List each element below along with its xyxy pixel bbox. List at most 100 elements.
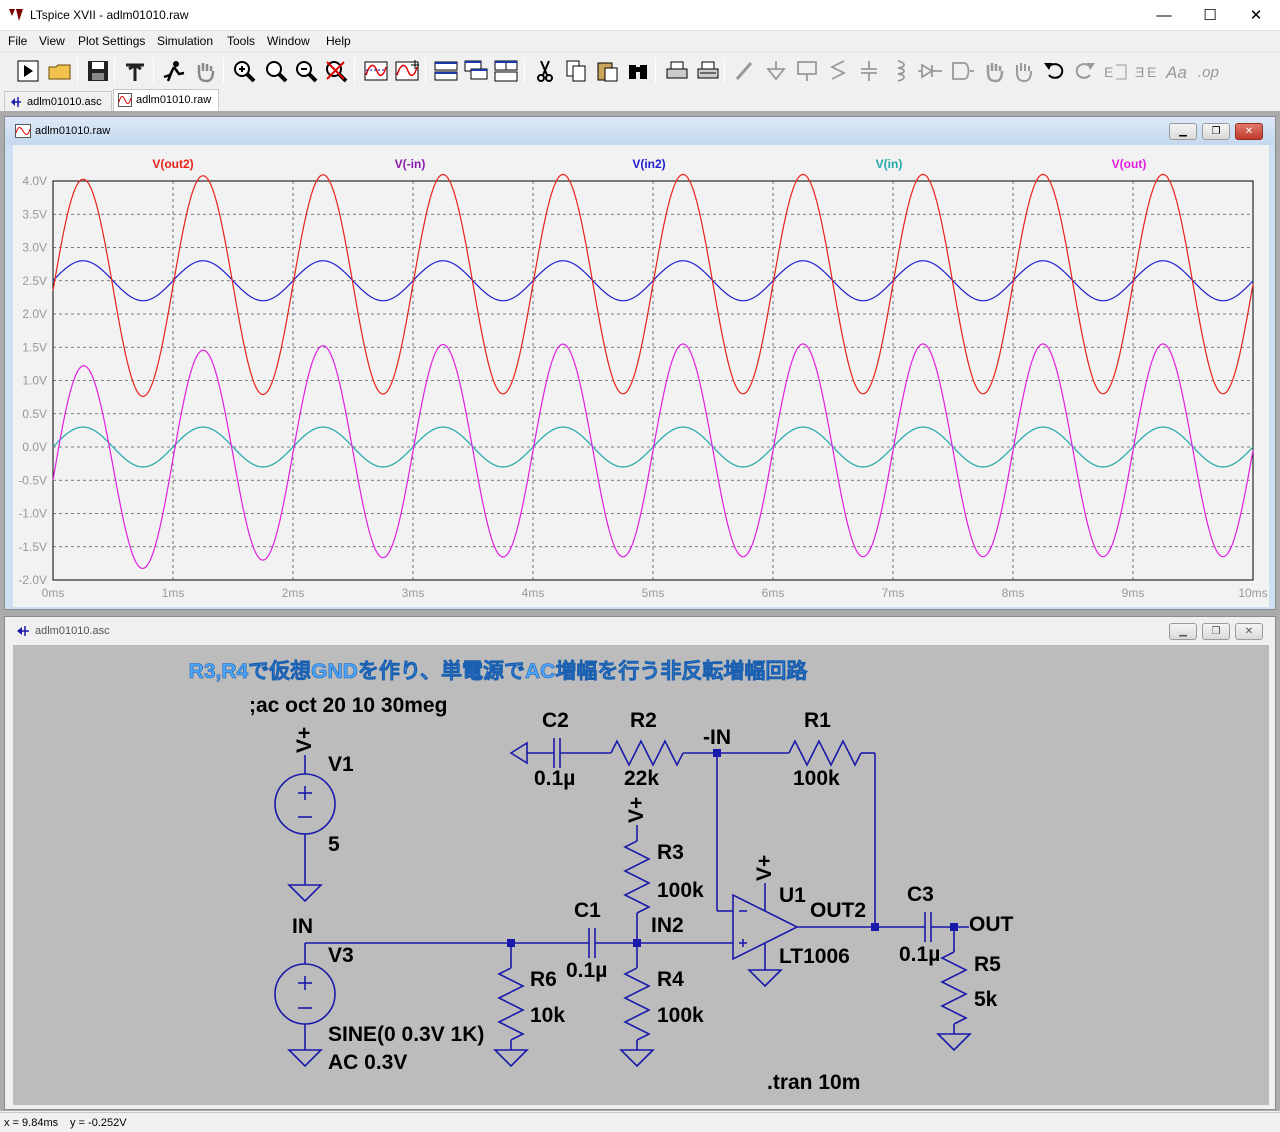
- minimize-button[interactable]: —: [1141, 0, 1187, 31]
- redo-icon[interactable]: [1071, 57, 1099, 85]
- junction-dot: [507, 939, 515, 947]
- y-tick-label: 4.0V: [22, 174, 47, 188]
- restore-button[interactable]: ❐: [1202, 123, 1230, 140]
- maximize-button[interactable]: ☐: [1187, 0, 1233, 31]
- menu-file[interactable]: File: [8, 34, 27, 48]
- svg-text:E: E: [1104, 64, 1113, 80]
- toolbar: E Ǝ E Aa .op: [0, 51, 1280, 89]
- r2-resistor[interactable]: [610, 739, 684, 767]
- plot-area[interactable]: 0ms 1ms 2ms 3ms 4ms 5ms 6ms 7ms 8ms 9ms 10ms 4.0V 3.…: [13, 145, 1269, 607]
- r6-resistor[interactable]: [497, 967, 525, 1041]
- r2-value: 22k: [624, 767, 659, 790]
- tile-icon[interactable]: [492, 57, 520, 85]
- capacitor-icon[interactable]: [855, 57, 883, 85]
- tab-waveform[interactable]: adlm01010.raw: [113, 89, 219, 111]
- inductor-icon[interactable]: [886, 57, 914, 85]
- copy-icon[interactable]: [562, 57, 590, 85]
- y-tick-label: -1.0V: [18, 507, 47, 521]
- r4-resistor[interactable]: [623, 967, 651, 1041]
- menu-simulation[interactable]: Simulation: [157, 34, 213, 48]
- plot-icon[interactable]: [393, 57, 421, 85]
- waveform-window-title: adlm01010.raw: [35, 125, 111, 137]
- resistor-icon[interactable]: [824, 57, 852, 85]
- legend-vin[interactable]: V(-in): [395, 157, 426, 171]
- menu-view[interactable]: View: [39, 34, 65, 48]
- autorange-icon[interactable]: [362, 57, 390, 85]
- minimize-button[interactable]: ▁: [1169, 123, 1197, 140]
- print-preview-icon[interactable]: [694, 57, 722, 85]
- junction-dot: [871, 923, 879, 931]
- diode-icon[interactable]: [918, 57, 946, 85]
- zoom-area-icon[interactable]: [262, 57, 290, 85]
- waveform-window-titlebar[interactable]: adlm01010.raw ▁ ❐ ✕: [5, 117, 1275, 145]
- tab-schematic[interactable]: adlm01010.asc: [4, 91, 112, 111]
- u1-value: LT1006: [779, 945, 850, 968]
- menu-plot-settings[interactable]: Plot Settings: [78, 34, 145, 48]
- x-tick-label: 7ms: [882, 586, 905, 600]
- run-stop-icon[interactable]: [160, 57, 188, 85]
- y-tick-label: -2.0V: [18, 573, 47, 587]
- r1-name: R1: [804, 709, 831, 732]
- close-button[interactable]: ✕: [1235, 623, 1263, 640]
- x-tick-label: 9ms: [1122, 586, 1145, 600]
- component-icon[interactable]: [948, 57, 976, 85]
- tile-horizontal-icon[interactable]: [432, 57, 460, 85]
- legend-vin[interactable]: V(in): [876, 157, 903, 171]
- schematic-drawing[interactable]: R3,R4で仮想GNDを作り、単電源でAC増幅を行う非反転増幅回路 ;ac oc…: [13, 645, 1269, 1105]
- x-tick-label: 8ms: [1002, 586, 1025, 600]
- legend-vout[interactable]: V(out): [1112, 157, 1147, 171]
- find-icon[interactable]: [624, 57, 652, 85]
- minimize-button[interactable]: ▁: [1169, 623, 1197, 640]
- waveform-chart[interactable]: 0ms 1ms 2ms 3ms 4ms 5ms 6ms 7ms 8ms 9ms 10ms 4.0V 3.…: [13, 145, 1269, 607]
- mirror-icon[interactable]: ƎE: [1133, 57, 1161, 85]
- zoom-cancel-icon[interactable]: [322, 57, 350, 85]
- y-tick-label: 1.5V: [22, 340, 47, 354]
- r1-resistor[interactable]: [788, 739, 862, 767]
- r3-name: R3: [657, 841, 684, 864]
- menu-help[interactable]: Help: [326, 34, 351, 48]
- cascade-icon[interactable]: [462, 57, 490, 85]
- open-icon[interactable]: [46, 57, 74, 85]
- run-icon[interactable]: [14, 57, 42, 85]
- spice-directive-icon[interactable]: .op: [1195, 57, 1223, 85]
- schematic-window-title: adlm01010.asc: [35, 625, 110, 637]
- v1-source-symbol[interactable]: [274, 773, 336, 835]
- close-button[interactable]: ✕: [1235, 123, 1263, 140]
- drag-icon[interactable]: [1009, 57, 1037, 85]
- save-icon[interactable]: [84, 57, 112, 85]
- r5-resistor[interactable]: [940, 951, 968, 1025]
- svg-text:.op: .op: [1198, 64, 1219, 81]
- zoom-out-icon[interactable]: [292, 57, 320, 85]
- ground-icon[interactable]: [762, 57, 790, 85]
- svg-text:Ǝ: Ǝ: [1135, 64, 1144, 80]
- waveform-icon: [15, 124, 31, 138]
- legend-vout2[interactable]: V(out2): [152, 157, 193, 171]
- legend-vin2[interactable]: V(in2): [632, 157, 665, 171]
- schematic-window-titlebar[interactable]: adlm01010.asc ▁ ❐ ✕: [5, 617, 1275, 645]
- undo-icon[interactable]: [1040, 57, 1068, 85]
- out2-net-label: OUT2: [810, 899, 866, 922]
- text-icon[interactable]: Aa: [1164, 57, 1192, 85]
- v3-source-symbol[interactable]: [274, 963, 336, 1025]
- close-button[interactable]: ✕: [1233, 0, 1279, 31]
- x-tick-label: 6ms: [762, 586, 785, 600]
- print-icon[interactable]: [663, 57, 691, 85]
- ac-directive[interactable]: ;ac oct 20 10 30meg: [249, 694, 447, 717]
- pan-hand-icon[interactable]: [191, 57, 219, 85]
- menu-tools[interactable]: Tools: [227, 34, 255, 48]
- move-icon[interactable]: [980, 57, 1008, 85]
- r3-resistor[interactable]: [623, 840, 651, 914]
- label-net-icon[interactable]: [793, 57, 821, 85]
- rotate-icon[interactable]: E: [1102, 57, 1130, 85]
- schematic-canvas[interactable]: R3,R4で仮想GNDを作り、単電源でAC増幅を行う非反転増幅回路 ;ac oc…: [13, 645, 1269, 1105]
- draw-wire-icon[interactable]: [731, 57, 759, 85]
- v1-value: 5: [328, 833, 340, 856]
- restore-button[interactable]: ❐: [1202, 623, 1230, 640]
- tab-label: adlm01010.asc: [27, 96, 102, 108]
- cut-icon[interactable]: [531, 57, 559, 85]
- menu-window[interactable]: Window: [267, 34, 310, 48]
- tran-directive[interactable]: .tran 10m: [767, 1071, 860, 1094]
- zoom-in-icon[interactable]: [230, 57, 258, 85]
- paste-icon[interactable]: [593, 57, 621, 85]
- control-panel-icon[interactable]: [121, 57, 149, 85]
